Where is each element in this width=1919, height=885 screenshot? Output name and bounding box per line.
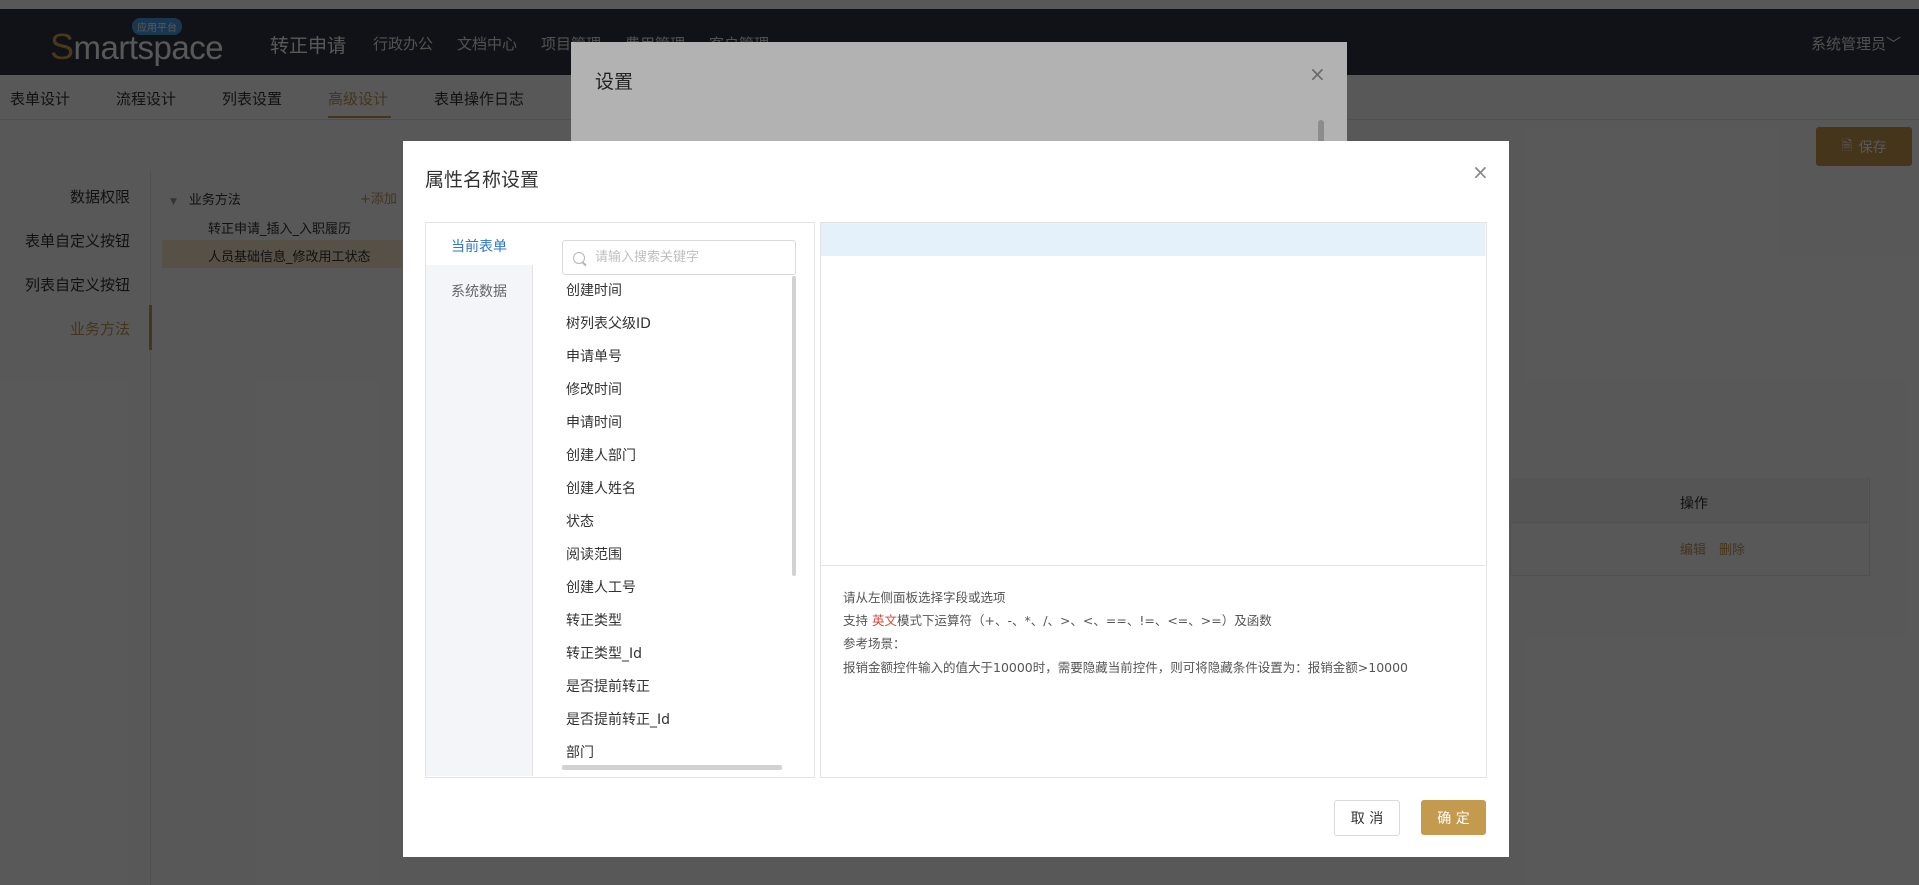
hint-text: 模式下运算符（+、-、*、/、>、<、==、!=、<=、>=）及函数 xyxy=(897,613,1272,628)
hint-highlight: 英文 xyxy=(871,613,897,628)
expression-editor-line[interactable] xyxy=(821,223,1485,256)
list-item[interactable]: 是否提前转正 xyxy=(562,673,788,706)
list-item[interactable]: 转正类型 xyxy=(562,607,788,640)
tab-current-form[interactable]: 当前表单 xyxy=(426,236,532,256)
list-item[interactable]: 创建时间 xyxy=(562,277,788,310)
list-item[interactable]: 阅读范围 xyxy=(562,541,788,574)
hint-line: 请从左侧面板选择字段或选项 xyxy=(843,590,1006,605)
search-input[interactable] xyxy=(593,249,787,266)
list-item[interactable]: 部门 xyxy=(562,739,788,765)
list-item[interactable]: 创建人姓名 xyxy=(562,475,788,508)
list-item[interactable]: 树列表父级ID xyxy=(562,310,788,343)
close-icon[interactable]: × xyxy=(1472,160,1489,184)
hint-text: 支持 xyxy=(843,613,872,628)
search-icon xyxy=(573,251,585,264)
list-item[interactable]: 转正类型_Id xyxy=(562,640,788,673)
field-list: 创建时间 树列表父级ID 申请单号 修改时间 申请时间 创建人部门 创建人姓名 … xyxy=(562,277,788,765)
list-item[interactable]: 状态 xyxy=(562,508,788,541)
list-item[interactable]: 申请单号 xyxy=(562,343,788,376)
tab-system-data[interactable]: 系统数据 xyxy=(426,281,532,301)
field-list-horizontal-scrollbar[interactable] xyxy=(562,765,782,770)
list-item[interactable]: 申请时间 xyxy=(562,409,788,442)
list-item[interactable]: 创建人部门 xyxy=(562,442,788,475)
list-item[interactable]: 创建人工号 xyxy=(562,574,788,607)
search-box xyxy=(562,240,796,275)
hint-line: 支持 英文模式下运算符（+、-、*、/、>、<、==、!=、<=、>=）及函数 xyxy=(843,610,1272,629)
expression-panel xyxy=(820,222,1487,778)
dialog-title: 属性名称设置 xyxy=(425,169,540,191)
list-item[interactable]: 是否提前转正_Id xyxy=(562,706,788,739)
cancel-button[interactable]: 取 消 xyxy=(1334,800,1400,836)
field-list-vertical-scrollbar[interactable] xyxy=(792,276,796,576)
expression-divider xyxy=(821,565,1485,566)
hint-line: 报销金额控件输入的值大于10000时，需要隐藏当前控件，则可将隐藏条件设置为：报… xyxy=(843,660,1409,675)
list-item[interactable]: 修改时间 xyxy=(562,376,788,409)
hint-line: 参考场景： xyxy=(843,636,906,651)
confirm-button[interactable]: 确 定 xyxy=(1421,800,1486,835)
source-tabs xyxy=(426,223,533,776)
